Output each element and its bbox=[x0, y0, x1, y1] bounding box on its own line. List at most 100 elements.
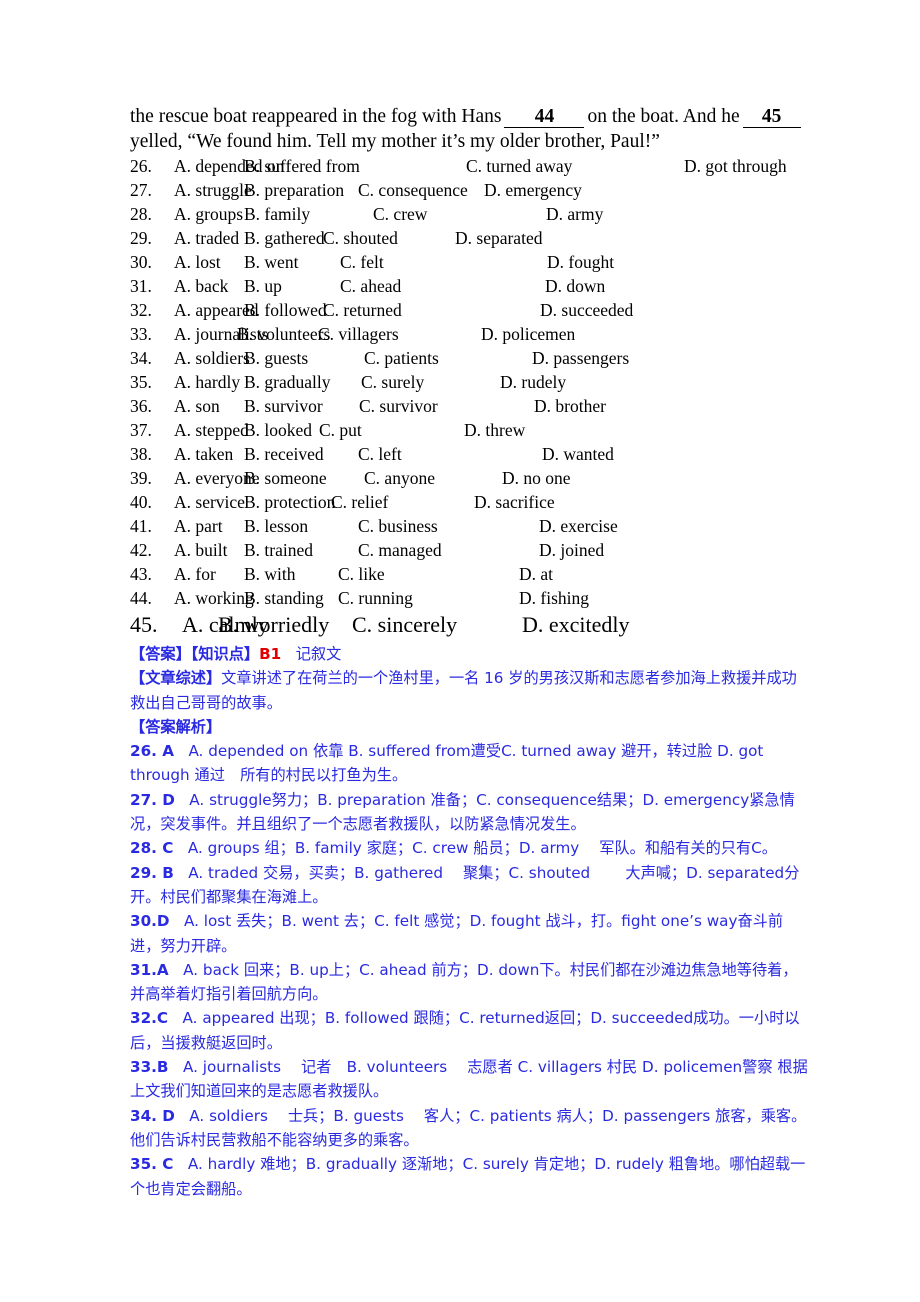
question-41-option-c: C. business bbox=[358, 516, 438, 536]
question-42-option-b: B. trained bbox=[244, 540, 314, 560]
summary-text: 文章讲述了在荷兰的一个渔村里，一名 16 岁的男孩汉斯和志愿者参加海上救援并成功… bbox=[130, 669, 797, 712]
question-30-option-a: A. lost bbox=[174, 252, 221, 272]
question-row-42: 42. A. built B. trained C. managed D. joined bbox=[130, 538, 810, 562]
question-row-35: 35. A. hardly B. gradually C. surely D. rude… bbox=[130, 370, 810, 394]
question-41-number: 41. bbox=[130, 516, 152, 536]
question-39-number: 39. bbox=[130, 468, 152, 488]
question-row-30: 30. A. lost B. went C. felt D. fought bbox=[130, 250, 810, 274]
summary-tag: 【文章综述】 bbox=[130, 669, 222, 688]
passage-line1-part1: the rescue boat reappeared in the fog wi… bbox=[130, 106, 502, 127]
question-40-option-c: C. relief bbox=[331, 492, 389, 512]
question-27-option-c: C. consequence bbox=[358, 180, 468, 200]
explanation-item-text: A. hardly 难地；B. gradually 逐渐地；C. surely … bbox=[130, 1155, 806, 1198]
explanation-item-text: A. appeared 出现；B. followed 跟随；C. returne… bbox=[130, 1009, 800, 1052]
passage-text: the rescue boat reappeared in the fog wi… bbox=[130, 104, 810, 154]
question-28-option-a: A. groups bbox=[174, 204, 244, 224]
question-30-number: 30. bbox=[130, 252, 152, 272]
question-38-number: 38. bbox=[130, 444, 152, 464]
question-35-number: 35. bbox=[130, 372, 152, 392]
question-27-option-a: A. struggle bbox=[174, 180, 252, 200]
genre-label: 记叙文 bbox=[295, 645, 342, 663]
question-36-option-d: D. brother bbox=[534, 396, 606, 416]
question-28-option-b: B. family bbox=[244, 204, 311, 224]
question-34-option-c: C. patients bbox=[364, 348, 439, 368]
question-row-32: 32. A. appeared B. followed C. returned D. s… bbox=[130, 298, 810, 322]
explanation-item: 34. D A. soldiers 士兵；B. guests 客人；C. pat… bbox=[130, 1104, 810, 1153]
question-30-option-d: D. fought bbox=[547, 252, 615, 272]
explanation-items-list: 26. A A. depended on 依靠 B. suffered from… bbox=[130, 739, 810, 1201]
explanation-item-label: 33.B bbox=[130, 1058, 169, 1077]
question-row-41: 41. A. part B. lesson C. business D. exercis… bbox=[130, 514, 810, 538]
question-27-option-b: B. preparation bbox=[244, 180, 345, 200]
explanation-item-label: 29. B bbox=[130, 863, 174, 882]
question-27-option-d: D. emergency bbox=[484, 180, 582, 200]
question-32-number: 32. bbox=[130, 300, 152, 320]
question-44-option-b: B. standing bbox=[244, 588, 324, 608]
question-row-36: 36. A. son B. survivor C. survivor D. brothe… bbox=[130, 394, 810, 418]
passage-line1-part2: on the boat. And he bbox=[587, 106, 740, 127]
explanation-item-label: 31.A bbox=[130, 960, 169, 979]
explanation-item-label: 30.D bbox=[130, 912, 170, 931]
question-37-option-a: A. stepped bbox=[174, 420, 249, 440]
question-row-45: 45. A. calmly B. worriedly C. sincerely … bbox=[130, 610, 810, 640]
explanation-item: 31.A A. back 回来；B. up上；C. ahead 前方；D. do… bbox=[130, 958, 810, 1007]
question-34-option-a: A. soldiers bbox=[174, 348, 250, 368]
explanation-item-text: A. struggle努力；B. preparation 准备；C. conse… bbox=[130, 790, 795, 834]
question-43-option-d: D. at bbox=[519, 564, 554, 584]
page-content: the rescue boat reappeared in the fog wi… bbox=[130, 104, 810, 1201]
question-37-number: 37. bbox=[130, 420, 152, 440]
question-options-list: 26. A. depended on B. suffered from C. turn… bbox=[130, 154, 810, 610]
explanation-item-label: 35. C bbox=[130, 1155, 174, 1174]
question-30-option-c: C. felt bbox=[340, 252, 384, 272]
question-33-number: 33. bbox=[130, 324, 152, 344]
question-44-number: 44. bbox=[130, 588, 152, 608]
question-28-option-d: D. army bbox=[546, 204, 604, 224]
question-41-option-b: B. lesson bbox=[244, 516, 309, 536]
question-40-option-b: B. protection bbox=[244, 492, 336, 512]
question-26-option-c: C. turned away bbox=[466, 156, 573, 176]
question-38-option-b: B. received bbox=[244, 444, 324, 464]
question-39-option-d: D. no one bbox=[502, 468, 571, 488]
question-37-option-b: B. looked bbox=[244, 420, 313, 440]
question-32-option-d: D. succeeded bbox=[540, 300, 634, 320]
explanation-item-label: 26. A bbox=[130, 742, 174, 761]
passage-line2: yelled, “We found him. Tell my mother it… bbox=[130, 131, 660, 152]
explanation-item: 28. C A. groups 组；B. family 家庭；C. crew 船… bbox=[130, 836, 810, 860]
question-44-option-d: D. fishing bbox=[519, 588, 589, 608]
question-39-option-b: B. someone bbox=[244, 468, 327, 488]
explanation-item-label: 34. D bbox=[130, 1106, 175, 1125]
explanation-item-label: 28. C bbox=[130, 839, 174, 858]
question-43-option-a: A. for bbox=[174, 564, 216, 584]
question-38-option-d: D. wanted bbox=[542, 444, 614, 464]
question-36-option-a: A. son bbox=[174, 396, 220, 416]
document-page: the rescue boat reappeared in the fog wi… bbox=[0, 0, 920, 1302]
question-45-option-c: C. sincerely bbox=[352, 612, 458, 637]
question-36-number: 36. bbox=[130, 396, 152, 416]
explanation-item-text: A. back 回来；B. up上；C. ahead 前方；D. down下。村… bbox=[130, 960, 798, 1004]
explanation-item-label: 27. D bbox=[130, 790, 175, 809]
question-31-option-c: C. ahead bbox=[340, 276, 402, 296]
question-32-option-c: C. returned bbox=[323, 300, 402, 320]
question-42-option-a: A. built bbox=[174, 540, 228, 560]
question-39-option-c: C. anyone bbox=[364, 468, 435, 488]
question-43-number: 43. bbox=[130, 564, 152, 584]
question-35-option-a: A. hardly bbox=[174, 372, 241, 392]
question-33-option-d: D. policemen bbox=[481, 324, 576, 344]
explanation-item-text: A. lost 丢失；B. went 去；C. felt 感觉；D. fough… bbox=[130, 912, 784, 955]
explanation-item: 29. B A. traded 交易，买卖；B. gathered 聚集；C. … bbox=[130, 861, 810, 910]
summary-line: 【文章综述】文章讲述了在荷兰的一个渔村里，一名 16 岁的男孩汉斯和志愿者参加海… bbox=[130, 666, 810, 715]
question-29-option-a: A. traded bbox=[174, 228, 240, 248]
question-40-option-d: D. sacrifice bbox=[474, 492, 555, 512]
explanation-item: 30.D A. lost 丢失；B. went 去；C. felt 感觉；D. … bbox=[130, 909, 810, 958]
question-45-number: 45. bbox=[130, 612, 158, 637]
question-34-option-b: B. guests bbox=[244, 348, 309, 368]
explanation-item-text: A. soldiers 士兵；B. guests 客人；C. patients … bbox=[130, 1106, 807, 1149]
question-35-option-d: D. rudely bbox=[500, 372, 567, 392]
question-row-37: 37. A. stepped B. looked C. put D. threw bbox=[130, 418, 810, 442]
question-30-option-b: B. went bbox=[244, 252, 299, 272]
question-row-38: 38. A. taken B. received C. left D. wanted bbox=[130, 442, 810, 466]
question-35-option-b: B. gradually bbox=[244, 372, 331, 392]
question-28-number: 28. bbox=[130, 204, 152, 224]
question-27-number: 27. bbox=[130, 180, 152, 200]
question-43-option-c: C. like bbox=[338, 564, 385, 584]
